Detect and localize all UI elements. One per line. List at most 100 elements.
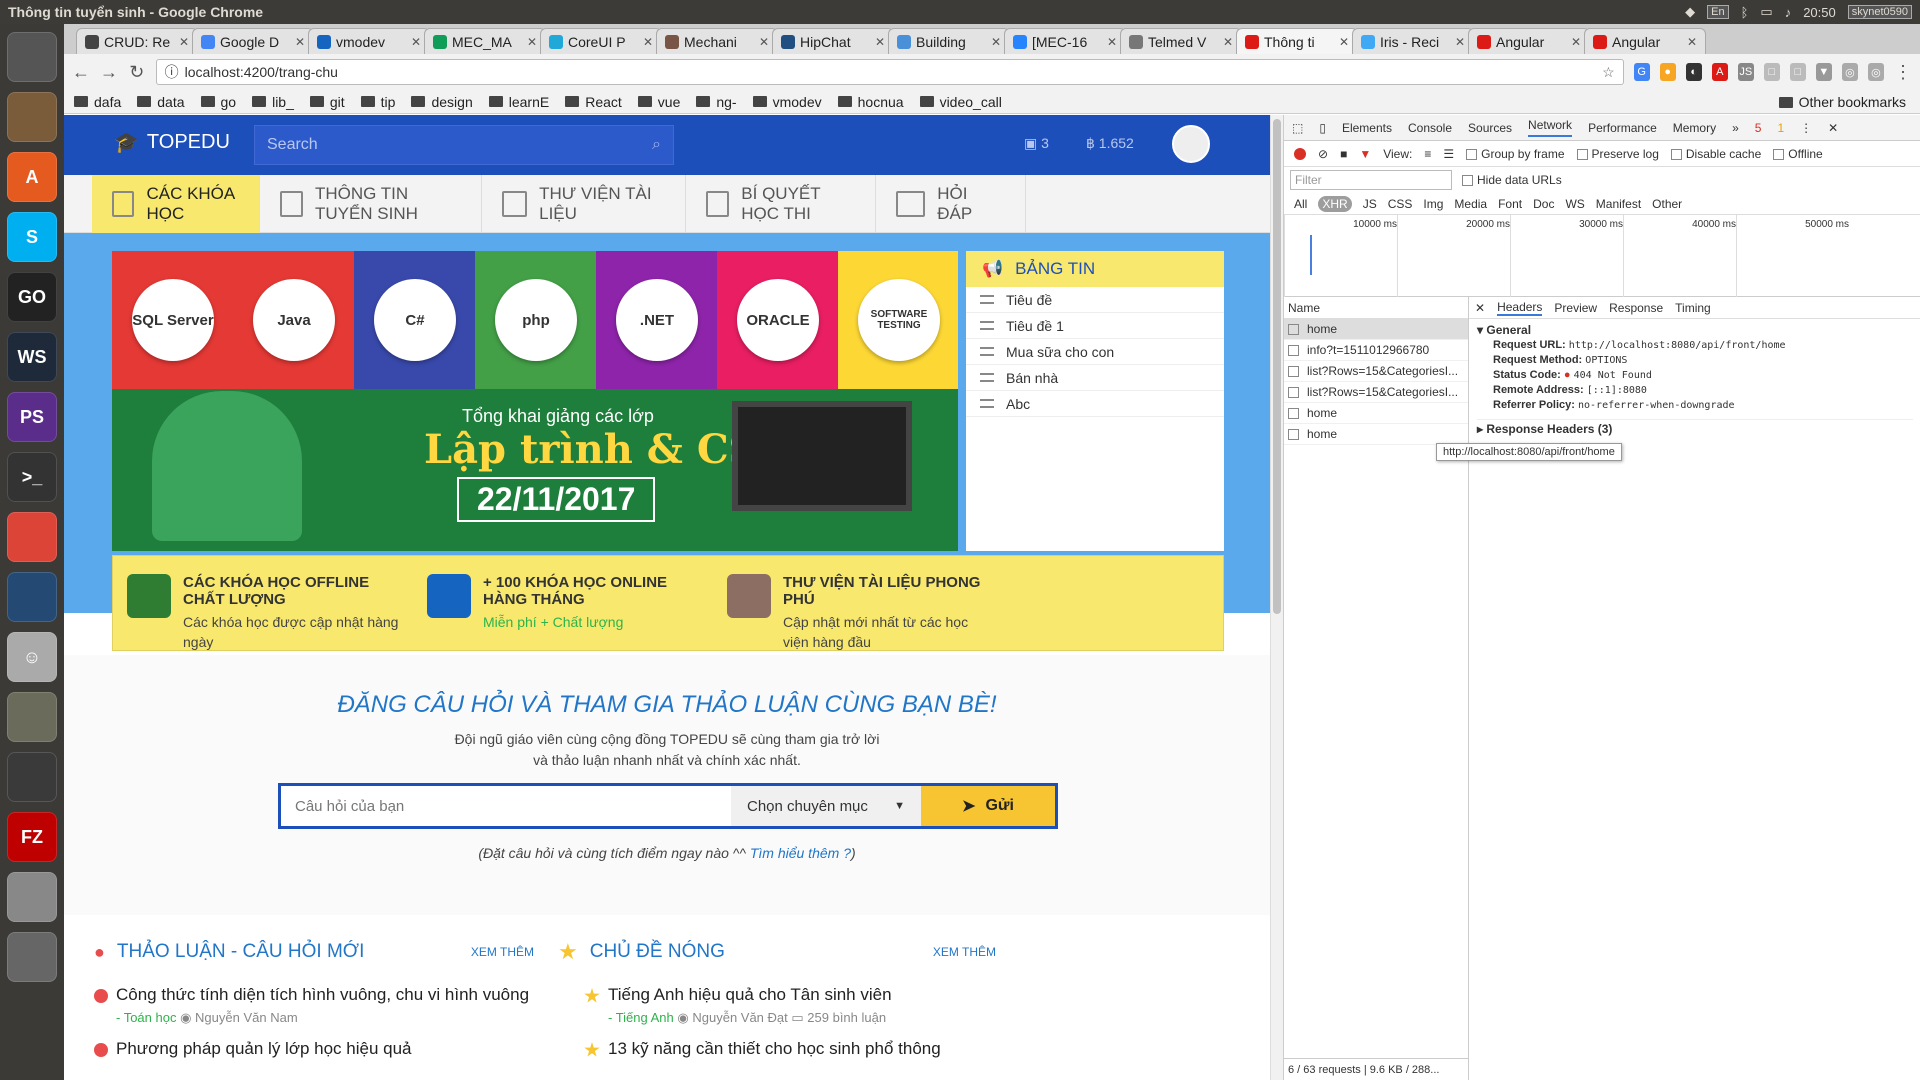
tab-close-icon[interactable]: ✕	[643, 35, 653, 49]
browser-tab[interactable]: MEC_MA ✕	[424, 28, 546, 54]
detail-tab-response[interactable]: Response	[1609, 301, 1663, 315]
type-filter-all[interactable]: All	[1294, 197, 1307, 211]
hot-topic-item[interactable]: Tiếng Anh hiệu quả cho Tân sinh viên - Ti…	[584, 985, 892, 1026]
detail-tab-timing[interactable]: Timing	[1675, 301, 1711, 315]
tab-close-icon[interactable]: ✕	[1339, 35, 1349, 49]
tab-close-icon[interactable]: ✕	[1571, 35, 1581, 49]
battery-icon[interactable]: ▭	[1760, 4, 1772, 20]
bookmark-folder[interactable]: React	[565, 94, 622, 110]
tab-close-icon[interactable]: ✕	[1455, 35, 1465, 49]
tab-close-icon[interactable]: ✕	[295, 35, 305, 49]
page-info-icon[interactable]: ⓘ	[165, 62, 179, 82]
help-icon[interactable]: ?	[843, 845, 851, 861]
bookmark-folder[interactable]: design	[411, 94, 473, 110]
menu-item[interactable]: CÁC KHÓA HỌC	[92, 175, 260, 233]
site-search-input[interactable]: Search ⌕	[254, 125, 674, 165]
tab-close-icon[interactable]: ✕	[1687, 35, 1697, 49]
more-tabs-icon[interactable]: »	[1732, 121, 1739, 135]
type-filter-css[interactable]: CSS	[1388, 197, 1413, 211]
type-filter-font[interactable]: Font	[1498, 197, 1522, 211]
scrollbar-thumb[interactable]	[1273, 119, 1281, 614]
dropbox-icon[interactable]: ◆	[1685, 4, 1695, 20]
bookmark-folder[interactable]: vmodev	[752, 94, 822, 110]
question-input[interactable]: Câu hỏi của bạn	[281, 786, 731, 826]
news-item[interactable]: Mua sữa cho con	[966, 339, 1224, 365]
terminal-icon[interactable]: >_	[7, 452, 57, 502]
device-toolbar-icon[interactable]: ▯	[1319, 121, 1326, 135]
ubuntu-icon[interactable]	[7, 32, 57, 82]
bookmark-folder[interactable]: dafa	[74, 94, 121, 110]
devtools-menu-icon[interactable]: ⋮	[1800, 121, 1812, 135]
chrome-icon[interactable]	[7, 512, 57, 562]
tab-close-icon[interactable]: ✕	[1107, 35, 1117, 49]
type-filter-ws[interactable]: WS	[1565, 197, 1584, 211]
request-row[interactable]: home	[1284, 424, 1468, 445]
type-filter-media[interactable]: Media	[1454, 197, 1487, 211]
request-row[interactable]: list?Rows=15&CategoriesI...	[1284, 361, 1468, 382]
tab-close-icon[interactable]: ✕	[179, 35, 189, 49]
hot-topic-author[interactable]: Nguyễn Văn Đạt	[692, 1010, 787, 1025]
hide-data-urls-checkbox[interactable]: Hide data URLs	[1462, 173, 1562, 187]
js-extension-icon[interactable]: JS	[1737, 63, 1754, 81]
extension-icon-4[interactable]: ◎	[1867, 63, 1884, 81]
incognito-extension-icon[interactable]: ◐	[1685, 63, 1702, 81]
site-logo[interactable]: 🎓 TOPEDU	[114, 130, 230, 155]
type-filter-doc[interactable]: Doc	[1533, 197, 1554, 211]
tab-close-icon[interactable]: ✕	[411, 35, 421, 49]
name-column-header[interactable]: Name	[1284, 297, 1468, 319]
request-row[interactable]: home	[1284, 319, 1468, 340]
trash-icon[interactable]	[7, 932, 57, 982]
browser-tab[interactable]: CRUD: Re ✕	[76, 28, 198, 54]
network-filter-input[interactable]: Filter	[1290, 170, 1452, 190]
promo-banner[interactable]: Tổng khai giảng các lớp Lập trình & CSDL…	[112, 251, 958, 551]
warning-count[interactable]: 1	[1777, 121, 1784, 135]
sublime-icon[interactable]	[7, 752, 57, 802]
network-overview-timeline[interactable]: 10000 ms 20000 ms 30000 ms 40000 ms 50000 ms	[1284, 215, 1920, 297]
browser-tab[interactable]: Telmed V ✕	[1120, 28, 1242, 54]
browser-tab[interactable]: vmodev ✕	[308, 28, 430, 54]
goland-icon[interactable]: GO	[7, 272, 57, 322]
devtools-tab-performance[interactable]: Performance	[1588, 121, 1657, 135]
category-select[interactable]: Chọn chuyên mục ▼	[731, 786, 921, 826]
bookmark-folder[interactable]: tip	[360, 94, 395, 110]
webstorm-icon[interactable]: WS	[7, 332, 57, 382]
waterfall-icon[interactable]: ☰	[1443, 147, 1454, 161]
clock[interactable]: 20:50	[1803, 5, 1836, 20]
bookmark-folder[interactable]: go	[200, 94, 236, 110]
disable-cache-checkbox[interactable]: Disable cache	[1670, 147, 1761, 161]
hot-topic-title[interactable]: 13 kỹ năng cần thiết cho học sinh phổ th…	[608, 1039, 941, 1059]
forward-icon[interactable]: →	[100, 62, 118, 83]
devtools-tab-elements[interactable]: Elements	[1342, 121, 1392, 135]
browser-tab[interactable]: Mechani ✕	[656, 28, 778, 54]
bookmark-folder[interactable]: git	[309, 94, 345, 110]
menu-item[interactable]: THƯ VIỆN TÀI LIỆU	[482, 175, 686, 233]
vue-devtools-icon[interactable]: ▼	[1815, 63, 1832, 81]
other-bookmarks[interactable]: Other bookmarks	[1778, 94, 1906, 110]
browser-tab[interactable]: HipChat ✕	[772, 28, 894, 54]
extension-icon-3[interactable]: ◎	[1841, 63, 1858, 81]
address-bar[interactable]: ⓘ localhost:4200/trang-chu ☆	[155, 59, 1624, 85]
volume-icon[interactable]: ♪	[1785, 5, 1792, 20]
news-item[interactable]: Tiêu đề	[966, 287, 1224, 313]
submit-question-button[interactable]: ➤ Gửi	[921, 786, 1055, 826]
browser-tab[interactable]: CoreUI P ✕	[540, 28, 662, 54]
extension-icon[interactable]: □	[1763, 63, 1780, 81]
bookmark-folder[interactable]: lib_	[252, 94, 294, 110]
tab-close-icon[interactable]: ✕	[1223, 35, 1233, 49]
preserve-log-checkbox[interactable]: Preserve log	[1576, 147, 1659, 161]
type-filter-xhr[interactable]: XHR	[1318, 195, 1352, 212]
hot-topic-item[interactable]: 13 kỹ năng cần thiết cho học sinh phổ th…	[584, 1039, 941, 1059]
question-item[interactable]: Phương pháp quản lý lớp học hiệu quả	[94, 1039, 534, 1059]
menu-item[interactable]: BÍ QUYẾT HỌC THI	[686, 175, 876, 233]
request-row[interactable]: list?Rows=15&CategoriesI...	[1284, 382, 1468, 403]
hot-topic-title[interactable]: Tiếng Anh hiệu quả cho Tân sinh viên	[608, 985, 892, 1005]
close-detail-icon[interactable]: ✕	[1475, 301, 1485, 315]
menu-item[interactable]: HỎI ĐÁP	[876, 175, 1026, 233]
detail-tab-headers[interactable]: Headers	[1497, 300, 1543, 316]
learn-more-link[interactable]: Tìm hiểu thêm	[750, 845, 839, 861]
disk-icon[interactable]	[7, 872, 57, 922]
files-icon[interactable]	[7, 92, 57, 142]
capture-screenshots-icon[interactable]: ■	[1340, 147, 1347, 161]
menu-icon[interactable]: ⋮	[1894, 62, 1912, 83]
devtools-tab-sources[interactable]: Sources	[1468, 121, 1512, 135]
